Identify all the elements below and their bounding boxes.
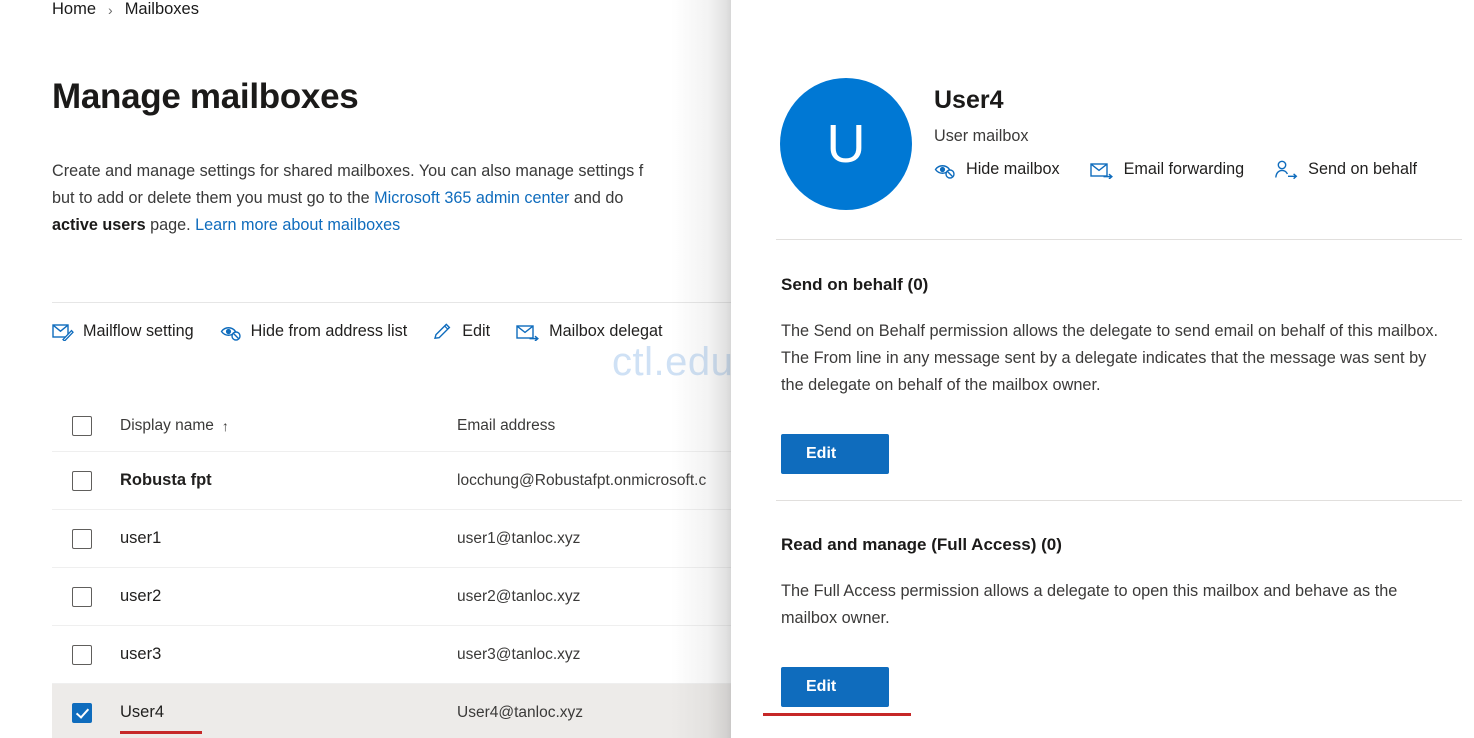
mailboxes-table: Display name ↑ Email address Robusta fpt…	[52, 400, 731, 738]
row-select-cell	[52, 470, 120, 491]
send-on-behalf-button[interactable]: Send on behalf	[1274, 160, 1417, 179]
select-all-cell	[52, 415, 120, 436]
email-forward-icon	[1089, 161, 1114, 179]
panel-subtitle: User mailbox	[934, 127, 1029, 145]
edit-read-and-manage-button[interactable]: Edit	[781, 667, 889, 707]
row-display-name: Robusta fpt	[120, 471, 212, 489]
panel-divider	[776, 239, 1462, 240]
column-header-display-name[interactable]: Display name ↑	[120, 417, 457, 435]
table-row[interactable]: user3 user3@tanloc.xyz	[52, 626, 731, 684]
row-display-name: user2	[120, 587, 162, 605]
mailbox-delegation-label: Mailbox delegat	[549, 322, 663, 340]
breadcrumb: Home › Mailboxes	[52, 0, 199, 19]
table-row[interactable]: user1 user1@tanloc.xyz	[52, 510, 731, 568]
sort-ascending-icon: ↑	[221, 417, 229, 434]
row-select-cell	[52, 644, 120, 665]
page-description-line2a: but to add or delete them you must go to…	[52, 189, 375, 207]
avatar: U	[780, 78, 912, 210]
page-description-line1: Create and manage settings for shared ma…	[52, 162, 644, 180]
pencil-icon	[433, 322, 453, 341]
mailflow-icon	[52, 323, 74, 341]
table-row[interactable]: Robusta fpt locchung@Robustafpt.onmicros…	[52, 452, 731, 510]
annotation-underline-user4	[120, 731, 202, 734]
send-on-behalf-label: Send on behalf	[1308, 160, 1418, 178]
row-display-name: user1	[120, 529, 162, 547]
mailbox-delegation-button[interactable]: Mailbox delegat	[516, 322, 663, 341]
breadcrumb-separator-icon: ›	[108, 1, 113, 18]
edit-send-on-behalf-button[interactable]: Edit	[781, 434, 889, 474]
page-description-line3: page.	[145, 216, 196, 234]
command-toolbar: Mailflow setting Hide from address list …	[52, 302, 731, 350]
edit-toolbar-button[interactable]: Edit	[433, 322, 490, 341]
mailbox-details-panel: U User4 User mailbox Hide mailbox Email …	[731, 0, 1474, 738]
row-checkbox[interactable]	[72, 470, 92, 491]
row-checkbox[interactable]	[72, 586, 92, 607]
edit-toolbar-label: Edit	[462, 322, 491, 340]
column-header-email-address[interactable]: Email address	[457, 417, 731, 435]
mailbox-delegation-icon	[516, 323, 540, 341]
annotation-underline-edit-button	[763, 713, 911, 716]
table-row[interactable]: user2 user2@tanloc.xyz	[52, 568, 731, 626]
row-checkbox-checked[interactable]	[72, 702, 92, 723]
table-row-selected[interactable]: User4 User4@tanloc.xyz	[52, 684, 731, 738]
row-select-cell	[52, 586, 120, 607]
row-email-address: user3@tanloc.xyz	[457, 645, 581, 663]
row-email-address: user1@tanloc.xyz	[457, 529, 581, 547]
hide-eye-icon	[220, 323, 242, 341]
row-email-address: User4@tanloc.xyz	[457, 703, 583, 721]
manage-mailboxes-page: Home › Mailboxes Manage mailboxes Create…	[0, 0, 731, 738]
hide-from-address-list-label: Hide from address list	[250, 322, 408, 340]
select-all-checkbox[interactable]	[72, 415, 92, 436]
breadcrumb-home[interactable]: Home	[52, 0, 96, 19]
panel-action-bar: Hide mailbox Email forwarding Send on be…	[934, 160, 1417, 179]
row-display-name: user3	[120, 645, 162, 663]
email-forwarding-label: Email forwarding	[1123, 160, 1245, 178]
microsoft-365-admin-center-link[interactable]: Microsoft 365 admin center	[374, 189, 569, 207]
page-title: Manage mailboxes	[52, 77, 359, 116]
learn-more-about-mailboxes-link[interactable]: Learn more about mailboxes	[195, 216, 400, 234]
row-checkbox[interactable]	[72, 644, 92, 665]
hide-mailbox-label: Hide mailbox	[966, 160, 1060, 178]
app-root: Home › Mailboxes Manage mailboxes Create…	[0, 0, 1474, 738]
page-description-line2b: and do	[569, 189, 624, 207]
row-display-name: User4	[120, 703, 165, 721]
hide-from-address-list-button[interactable]: Hide from address list	[220, 322, 408, 341]
hide-mailbox-button[interactable]: Hide mailbox	[934, 160, 1060, 179]
panel-header: U User4 User mailbox Hide mailbox Email …	[731, 0, 1474, 240]
row-email-address: locchung@Robustafpt.onmicrosoft.c	[457, 471, 707, 489]
row-select-cell	[52, 528, 120, 549]
page-description: Create and manage settings for shared ma…	[52, 158, 731, 239]
column-header-display-name-label: Display name	[120, 416, 214, 434]
panel-divider	[776, 500, 1462, 501]
mailflow-setting-label: Mailflow setting	[83, 322, 194, 340]
row-select-cell	[52, 702, 120, 723]
breadcrumb-mailboxes[interactable]: Mailboxes	[125, 0, 199, 19]
table-header-row: Display name ↑ Email address	[52, 400, 731, 452]
panel-title: User4	[934, 86, 1004, 114]
hide-eye-icon	[934, 161, 956, 179]
mailflow-setting-button[interactable]: Mailflow setting	[52, 322, 194, 341]
row-email-address: user2@tanloc.xyz	[457, 587, 581, 605]
active-users-bold: active users	[52, 216, 146, 234]
email-forwarding-button[interactable]: Email forwarding	[1089, 160, 1245, 179]
person-arrow-icon	[1274, 160, 1298, 179]
row-checkbox[interactable]	[72, 528, 92, 549]
